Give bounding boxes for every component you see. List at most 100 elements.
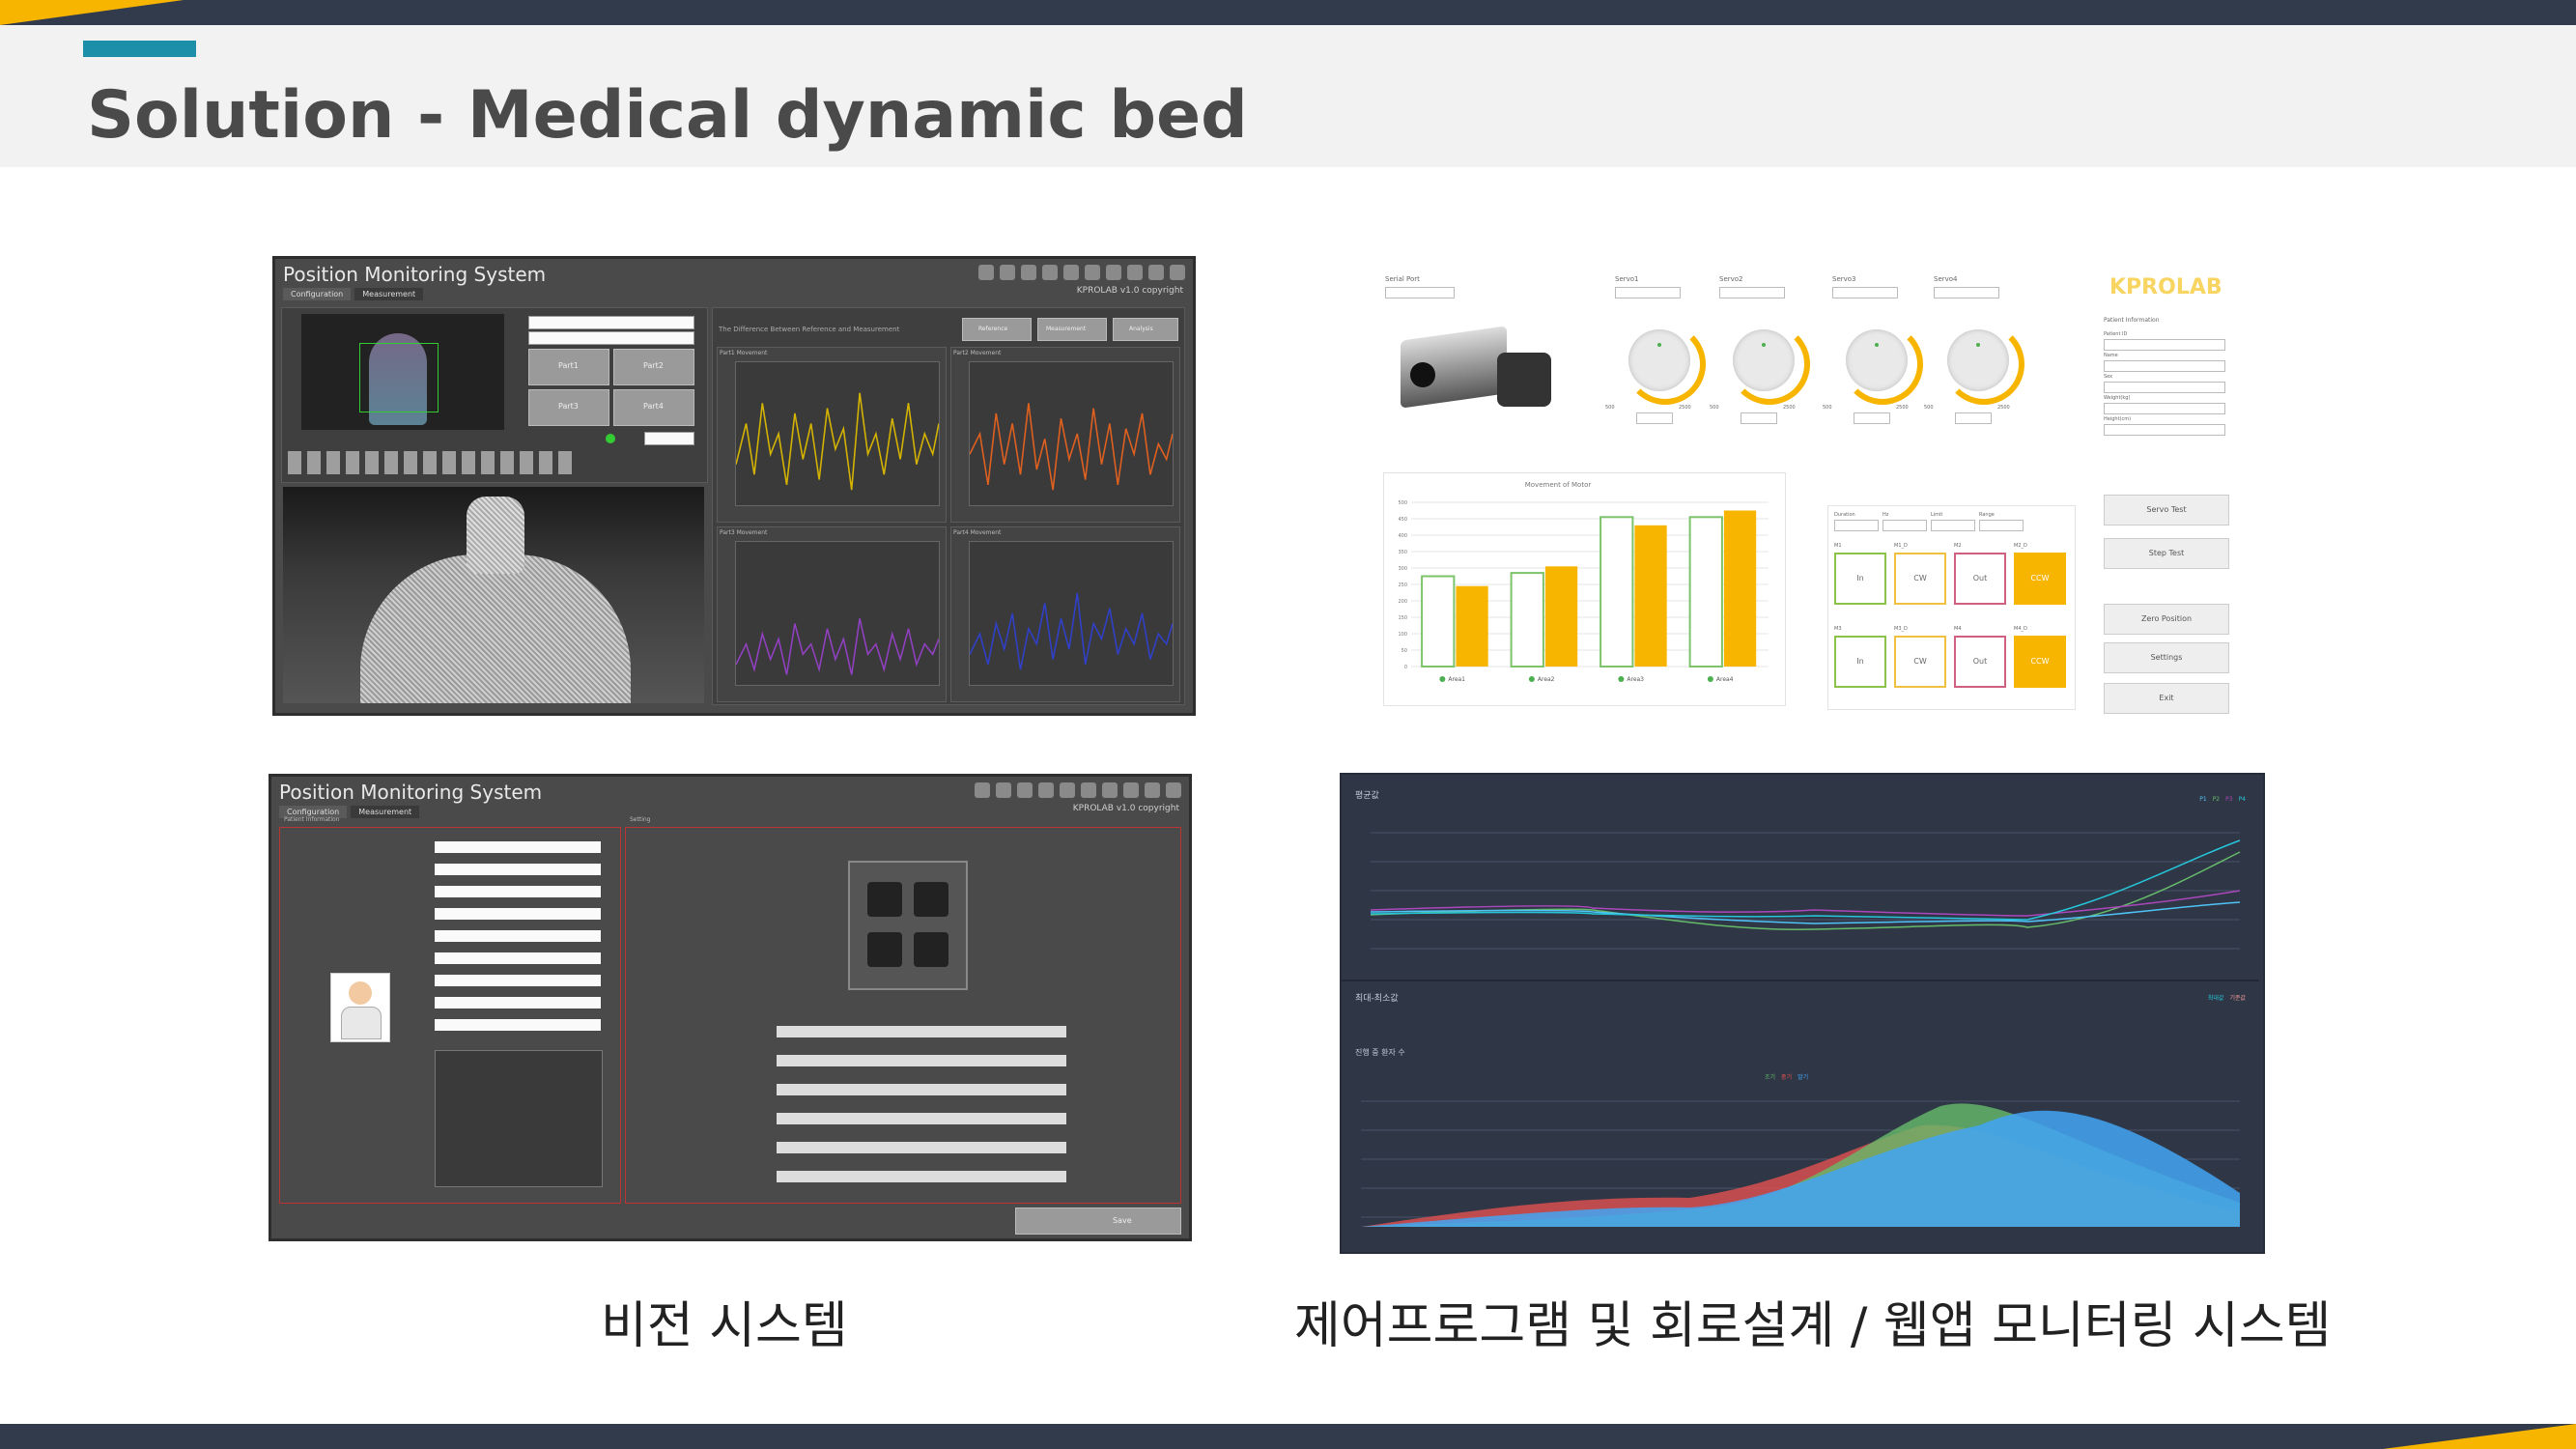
part3-button[interactable]: Part3 [528, 389, 609, 426]
copyright-text-2: KPROLAB v1.0 copyright [1072, 804, 1179, 813]
patient-list-table[interactable] [435, 1050, 603, 1187]
servo-value-box-2[interactable] [1719, 287, 1785, 298]
date-field[interactable] [528, 316, 694, 329]
setting-section: Setting [625, 816, 1181, 1204]
servo-label-2: Servo2 [1719, 275, 1743, 283]
body-head [467, 497, 524, 574]
motor-control-label: M3_D [1894, 626, 1908, 632]
motor-control-label: M4_D [2014, 626, 2027, 632]
zero-position-button[interactable]: Zero Position [2104, 604, 2229, 635]
roi-box [359, 343, 439, 412]
motor-control-label: M1 [1834, 543, 1842, 549]
motor-control-label: M2 [1954, 543, 1962, 549]
settings-button[interactable]: Settings [2104, 642, 2229, 673]
patient-field-label: Patient ID [2104, 331, 2128, 337]
reference-button[interactable]: Reference [962, 318, 1032, 341]
analysis-button[interactable]: Analysis [1113, 318, 1178, 341]
settings-rows[interactable] [777, 1026, 1066, 1198]
bar-m-area2 [1544, 566, 1578, 667]
motor-control-button[interactable]: CW [1894, 636, 1946, 688]
tab-configuration[interactable]: Configuration [283, 288, 352, 300]
minmax-legend-ref: 기준값 [2229, 995, 2246, 1002]
patient-field-input[interactable] [2104, 424, 2225, 436]
knob-max-label: 2500 [1679, 405, 1691, 411]
part1-line [735, 392, 940, 491]
copyright-text: KPROLAB v1.0 copyright [1076, 286, 1183, 296]
chart-title: Movement of Motor [1525, 481, 1592, 489]
y-tick-label: 450 [1398, 517, 1407, 523]
servo-value-box-1[interactable] [1615, 287, 1681, 298]
knob-min-label: 500 [1710, 405, 1719, 411]
patient-field-label: Weight(kg) [2104, 395, 2131, 401]
knob-min-label: 500 [1924, 405, 1934, 411]
knob-value-box-1[interactable] [1636, 412, 1673, 424]
control-field-input[interactable] [1834, 520, 1879, 531]
tab-measurement-2[interactable]: Measurement [351, 806, 420, 818]
patient-field-input[interactable] [2104, 382, 2225, 393]
measurement-button[interactable]: Measurement [1037, 318, 1107, 341]
toolbar-icons-2 [975, 782, 1181, 798]
servo-knob-2[interactable] [1733, 329, 1795, 391]
y-tick-label: 400 [1398, 533, 1407, 539]
motor-control-button[interactable]: CW [1894, 553, 1946, 605]
step-test-button[interactable]: Step Test [2104, 538, 2229, 569]
motor-control-label: M2_D [2014, 543, 2027, 549]
control-field-label: Hz [1882, 512, 1889, 518]
servo-value-box-4[interactable] [1934, 287, 1999, 298]
serial-port-select[interactable] [1385, 287, 1455, 298]
servo-value-box-3[interactable] [1832, 287, 1898, 298]
save-button[interactable]: Save [1015, 1208, 1181, 1235]
control-field-input[interactable] [1882, 520, 1927, 531]
exit-button[interactable]: Exit [2104, 683, 2229, 714]
motor-control-label: M1_D [1894, 543, 1908, 549]
part4-line [969, 592, 1174, 670]
motor-control-button[interactable]: In [1834, 636, 1886, 688]
avg-legend-p3: P3 [2225, 796, 2233, 803]
servo-test-button[interactable]: Servo Test [2104, 495, 2229, 526]
id-field[interactable] [528, 331, 694, 345]
part4-button[interactable]: Part4 [613, 389, 694, 426]
slide-title: Solution - Medical dynamic bed [87, 77, 1248, 154]
knob-value-box-4[interactable] [1955, 412, 1992, 424]
motor-chart-card: Movement of Motor 0 50 100 150 200 250 300 350 40… [1383, 472, 1786, 706]
servo-knob-4[interactable] [1947, 329, 2009, 391]
part2-line [969, 403, 1174, 491]
search-field[interactable] [644, 432, 694, 445]
servo-knob-3[interactable] [1846, 329, 1908, 391]
motor-control-button[interactable]: Out [1954, 636, 2006, 688]
knob-max-label: 2500 [1783, 405, 1796, 411]
status-dot-icon [606, 434, 615, 443]
patient-field-input[interactable] [2104, 360, 2225, 372]
control-field-input[interactable] [1931, 520, 1975, 531]
patient-field-input[interactable] [2104, 403, 2225, 414]
tab-measurement[interactable]: Measurement [354, 288, 424, 300]
avg-legend-p1: P1 [2199, 796, 2207, 803]
part1-button[interactable]: Part1 [528, 349, 609, 385]
patient-form-fields[interactable] [435, 841, 601, 1035]
legend-dot [1618, 676, 1625, 682]
knob-value-box-2[interactable] [1741, 412, 1777, 424]
vision-screenshot-top: Position Monitoring System KPROLAB v1.0 … [272, 256, 1196, 716]
motor-control-label: M3 [1834, 626, 1842, 632]
vision-app-title-2: Position Monitoring System [279, 781, 543, 804]
avg-line-chart [1370, 832, 2241, 950]
bar-ref-area4 [1688, 516, 1723, 668]
sensor-grid [848, 861, 968, 990]
motor-control-button[interactable]: CCW [2014, 553, 2066, 605]
part1-movement-plot: Part1 Movement [717, 347, 947, 523]
motor-control-button[interactable]: CCW [2014, 636, 2066, 688]
knob-value-box-3[interactable] [1854, 412, 1890, 424]
camera-config-panel: Part1 Part2 Part3 Part4 [281, 307, 708, 483]
control-field-input[interactable] [1979, 520, 2024, 531]
motor-control-label: M4 [1954, 626, 1962, 632]
motor-control-button[interactable]: Out [1954, 553, 2006, 605]
area-legend-late: 말기 [1798, 1074, 1809, 1081]
servo-knob-1[interactable] [1628, 329, 1690, 391]
part2-button[interactable]: Part2 [613, 349, 694, 385]
y-tick-label: 200 [1398, 599, 1407, 605]
control-field-label: Limit [1931, 512, 1943, 518]
caption-vision-system: 비전 시스템 [601, 1297, 848, 1355]
motor-control-button[interactable]: In [1834, 553, 1886, 605]
patient-field-input[interactable] [2104, 339, 2225, 351]
webapp-divider [1342, 980, 2259, 981]
